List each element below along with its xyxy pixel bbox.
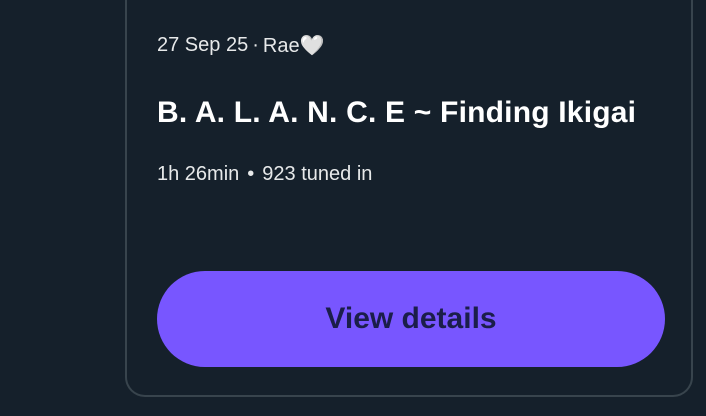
space-meta: 27 Sep 25 · Rae🤍 (157, 33, 324, 58)
space-card[interactable]: 27 Sep 25 · Rae🤍 B. A. L. A. N. C. E ~ F… (125, 0, 693, 397)
space-host: Rae🤍 (262, 35, 325, 57)
space-title: B. A. L. A. N. C. E ~ Finding Ikigai (157, 96, 637, 129)
meta-separator: · (252, 34, 259, 56)
space-duration: 1h 26min (157, 163, 240, 185)
view-details-button[interactable]: View details (157, 271, 665, 367)
space-date: 27 Sep 25 (157, 34, 249, 56)
stats-bullet: • (247, 163, 255, 185)
space-stats: 1h 26min • 923 tuned in (157, 163, 372, 186)
space-listeners: 923 tuned in (262, 163, 373, 185)
